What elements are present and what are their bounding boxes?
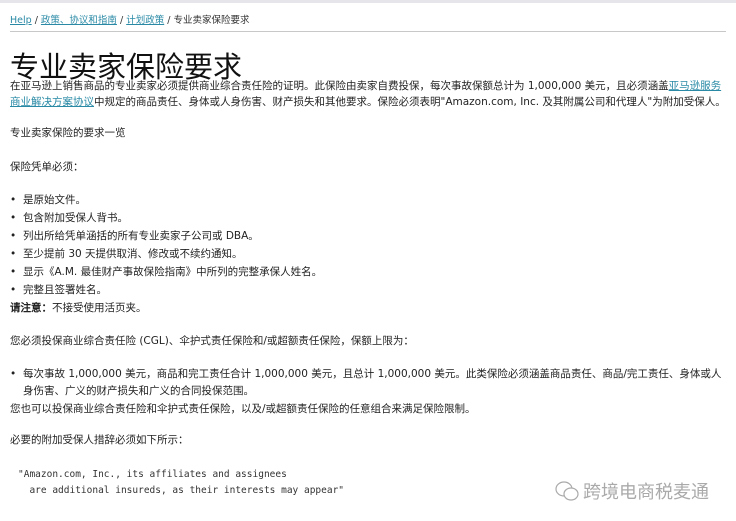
wechat-icon bbox=[555, 480, 579, 502]
list-item: 显示《A.M. 最佳财产事故保险指南》中所列的完整承保人姓名。 bbox=[10, 264, 322, 281]
list-item: 是原始文件。 bbox=[10, 192, 86, 209]
note-label: 请注意： bbox=[10, 302, 52, 314]
combo-text: 您也可以投保商业综合责任险和伞护式责任保险，以及/或超额责任保险的任意组合来满足… bbox=[10, 401, 476, 418]
list-item: 完整且签署姓名。 bbox=[10, 282, 107, 299]
wording-line-1: "Amazon.com, Inc., its affiliates and as… bbox=[18, 466, 287, 483]
note: 请注意：不接受使用活页夹。 bbox=[10, 300, 147, 317]
watermark: 跨境电商税麦通 bbox=[555, 478, 709, 504]
intro-paragraph: 在亚马逊上销售商品的专业卖家必须提供商业综合责任险的证明。此保险由卖家自费投保，… bbox=[10, 78, 726, 110]
wording-line-2: are additional insureds, as their intere… bbox=[18, 482, 344, 499]
list-item: 列出所给凭单涵括的所有专业卖家子公司或 DBA。 bbox=[10, 228, 259, 245]
breadcrumb-policies[interactable]: 政策、协议和指南 bbox=[41, 15, 117, 26]
intro-text-2: 中规定的商品责任、身体或人身伤害、财产损失和其他要求。保险必须表明"Amazon… bbox=[94, 96, 726, 108]
breadcrumb-current: 专业卖家保险要求 bbox=[173, 15, 249, 26]
list-item: 至少提前 30 天提供取消、修改或不续约通知。 bbox=[10, 246, 243, 263]
list-item: 包含附加受保人背书。 bbox=[10, 210, 128, 227]
overview-heading: 专业卖家保险的要求一览 bbox=[10, 125, 126, 142]
breadcrumb: Help / 政策、协议和指南 / 计划政策 / 专业卖家保险要求 bbox=[10, 12, 249, 26]
divider bbox=[10, 31, 726, 32]
cgl-heading: 您必须投保商业综合责任险 (CGL)、伞护式责任保险和/或超额责任保险，保额上限… bbox=[10, 333, 414, 350]
top-bar bbox=[0, 0, 736, 3]
intro-text: 在亚马逊上销售商品的专业卖家必须提供商业综合责任险的证明。此保险由卖家自费投保，… bbox=[10, 80, 669, 92]
watermark-text: 跨境电商税麦通 bbox=[583, 478, 709, 504]
note-text: 不接受使用活页夹。 bbox=[52, 302, 147, 314]
breadcrumb-program-policies[interactable]: 计划政策 bbox=[126, 15, 164, 26]
wording-heading: 必要的附加受保人措辞必须如下所示： bbox=[10, 432, 189, 449]
breadcrumb-help[interactable]: Help bbox=[10, 15, 32, 26]
cert-heading: 保险凭单必须： bbox=[10, 159, 84, 176]
list-item: 每次事故 1,000,000 美元，商品和完工责任合计 1,000,000 美元… bbox=[10, 366, 726, 400]
